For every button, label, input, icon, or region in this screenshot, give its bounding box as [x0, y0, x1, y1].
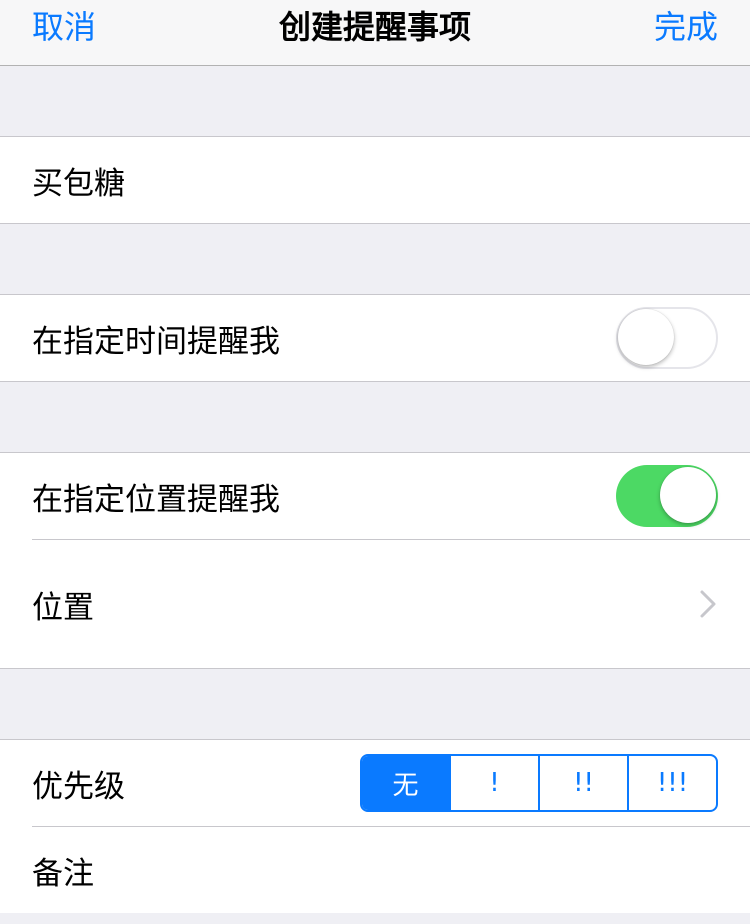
details-group: 优先级 无 ! !! !!! 备注 — [0, 739, 750, 913]
section-gap — [0, 224, 750, 294]
location-group: 在指定位置提醒我 位置 — [0, 452, 750, 669]
page-title: 创建提醒事项 — [278, 8, 471, 46]
section-gap — [0, 669, 750, 739]
toggle-knob — [660, 467, 716, 523]
time-alert-row: 在指定时间提醒我 — [0, 295, 750, 381]
notes-label: 备注 — [32, 855, 94, 892]
priority-row: 优先级 无 ! !! !!! — [0, 740, 750, 826]
section-gap — [0, 66, 750, 136]
priority-segmented-control: 无 ! !! !!! — [360, 754, 718, 812]
location-alert-toggle[interactable] — [616, 465, 718, 527]
time-alert-toggle[interactable] — [616, 307, 718, 369]
time-group: 在指定时间提醒我 — [0, 294, 750, 382]
title-group: 买包糖 — [0, 136, 750, 224]
priority-label: 优先级 — [32, 768, 125, 805]
priority-none-segment[interactable]: 无 — [362, 756, 449, 810]
location-label: 位置 — [32, 589, 94, 626]
reminder-title-field[interactable]: 买包糖 — [0, 137, 750, 223]
location-alert-label: 在指定位置提醒我 — [32, 481, 280, 518]
location-alert-row: 在指定位置提醒我 — [0, 453, 750, 539]
location-row[interactable]: 位置 — [0, 540, 750, 668]
notes-field[interactable]: 备注 — [0, 827, 750, 913]
chevron-right-icon — [700, 590, 716, 618]
time-alert-label: 在指定时间提醒我 — [32, 323, 280, 360]
section-gap — [0, 382, 750, 452]
toggle-knob — [618, 309, 674, 365]
reminder-title-text: 买包糖 — [32, 165, 125, 202]
priority-medium-segment[interactable]: !! — [538, 756, 627, 810]
done-button[interactable]: 完成 — [654, 2, 718, 48]
priority-low-segment[interactable]: ! — [449, 756, 538, 810]
navigation-bar: 取消 创建提醒事项 完成 — [0, 0, 750, 66]
priority-high-segment[interactable]: !!! — [627, 756, 716, 810]
